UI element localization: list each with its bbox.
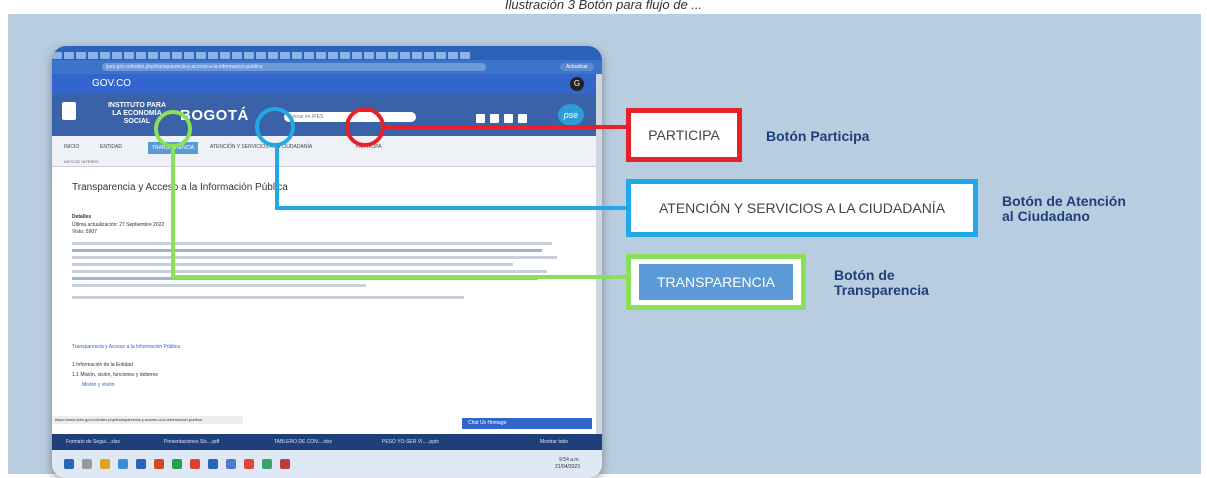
figure-caption: Ilustración 3 Botón para flujo de ... bbox=[504, 0, 703, 12]
last-updated: Última actualización: 27 Septiembre 2022 bbox=[72, 222, 165, 228]
mission-vision-item[interactable]: 1.1 Misión, visión, funciones y deberes bbox=[72, 372, 158, 378]
highlight-ring-transparencia bbox=[154, 110, 192, 148]
app-icon[interactable] bbox=[280, 459, 290, 469]
connector-atencion-horizontal bbox=[275, 206, 628, 210]
nav-entidad[interactable]: ENTIDAD bbox=[100, 144, 122, 150]
outlook-icon[interactable] bbox=[136, 459, 146, 469]
show-all-button[interactable]: Mostrar todo bbox=[540, 438, 568, 446]
page-content: Transparencia y Acceso a la Información … bbox=[52, 166, 596, 416]
atencion-annotation: Botón de Atención al Ciudadano bbox=[1002, 193, 1126, 224]
system-clock: 9:54 a.m. 21/04/2023 bbox=[554, 457, 580, 470]
pse-payment-badge[interactable]: pse bbox=[558, 104, 584, 126]
transparencia-annotation: Botón de Transparencia bbox=[834, 267, 929, 298]
powerpoint-icon[interactable] bbox=[154, 459, 164, 469]
browser-screenshot: ipes.gov.co/index.php/transparencia-y-ac… bbox=[52, 46, 602, 478]
participa-callout: PARTICIPA bbox=[626, 108, 742, 162]
browser-tab-strip[interactable] bbox=[52, 46, 602, 60]
highlight-ring-participa bbox=[345, 107, 385, 147]
status-bar-url: https://www.ipes.gov.co/index.php/transp… bbox=[52, 416, 243, 424]
download-item[interactable]: TABLERO DE CON....xlsx bbox=[274, 438, 332, 446]
nav-inicio[interactable]: INICIO bbox=[64, 144, 79, 150]
main-nav: INICIO ENTIDAD TRANSPARENCIA ATENCIÓN Y … bbox=[52, 136, 596, 167]
facebook-icon[interactable] bbox=[490, 114, 499, 123]
nav-info-interes[interactable]: INFO DE INTERÉS bbox=[64, 159, 99, 164]
excel-icon[interactable] bbox=[172, 459, 182, 469]
gov-co-bar: GOV.CO G bbox=[52, 74, 596, 94]
connector-participa-horizontal bbox=[385, 125, 628, 129]
page-title: Transparencia y Acceso a la Información … bbox=[72, 182, 288, 193]
windows-taskbar: 9:54 a.m. 21/04/2023 bbox=[52, 450, 602, 478]
instagram-icon[interactable] bbox=[518, 114, 527, 123]
app-icon[interactable] bbox=[262, 459, 272, 469]
transparencia-callout: TRANSPARENCIA bbox=[626, 254, 806, 310]
youtube-icon[interactable] bbox=[504, 114, 513, 123]
accessibility-icon[interactable]: G bbox=[570, 77, 584, 91]
chat-widget[interactable]: Chat Us Homage bbox=[462, 418, 592, 429]
transparencia-button-sample: TRANSPARENCIA bbox=[639, 264, 793, 300]
edge-icon[interactable] bbox=[118, 459, 128, 469]
entity-info-item[interactable]: 1 Información de la Entidad bbox=[72, 362, 133, 368]
download-item[interactable]: Formato de Segui....xlsx bbox=[66, 438, 120, 446]
highlight-ring-atencion bbox=[255, 107, 295, 147]
mission-link[interactable]: Misión y visión bbox=[82, 382, 115, 388]
downloads-bar: Formato de Segui....xlsx Presentaciones … bbox=[52, 434, 602, 450]
start-icon[interactable] bbox=[64, 459, 74, 469]
word-icon[interactable] bbox=[208, 459, 218, 469]
chrome-icon[interactable] bbox=[190, 459, 200, 469]
address-bar: ipes.gov.co/index.php/transparencia-y-ac… bbox=[52, 60, 602, 74]
connector-transparencia-horizontal bbox=[171, 275, 628, 279]
view-count: Visto: 5907 bbox=[72, 229, 97, 235]
transparency-link[interactable]: Transparencia y Acceso a la Información … bbox=[72, 344, 180, 350]
update-button[interactable]: Actualizar bbox=[560, 63, 594, 71]
instructions-paragraph bbox=[72, 296, 562, 303]
details-label: Detalles bbox=[72, 214, 92, 220]
connector-transparencia-vertical bbox=[171, 148, 175, 279]
participa-annotation: Botón Participa bbox=[766, 128, 870, 144]
download-item[interactable]: PESO YO-SER VI.....pptx bbox=[382, 438, 439, 446]
search-icon[interactable] bbox=[82, 459, 92, 469]
teams-icon[interactable] bbox=[226, 459, 236, 469]
gov-co-logo[interactable]: GOV.CO bbox=[92, 78, 131, 89]
connector-atencion-vertical bbox=[275, 147, 279, 210]
site-header: INSTITUTO PARA LA ECONOMÍA SOCIAL BOGOTÁ… bbox=[52, 94, 596, 136]
file-explorer-icon[interactable] bbox=[100, 459, 110, 469]
intro-paragraph bbox=[72, 242, 562, 291]
atencion-callout: ATENCIÓN Y SERVICIOS A LA CIUDADANÍA bbox=[626, 179, 978, 237]
nav-atencion[interactable]: ATENCIÓN Y SERVICIOS A LA CIUDADANÍA bbox=[210, 144, 312, 150]
download-item[interactable]: Presentaciones Sis....pdf bbox=[164, 438, 219, 446]
slide-background: ipes.gov.co/index.php/transparencia-y-ac… bbox=[8, 14, 1201, 478]
url-field[interactable]: ipes.gov.co/index.php/transparencia-y-ac… bbox=[102, 63, 486, 71]
app-icon[interactable] bbox=[244, 459, 254, 469]
bogota-shield-icon bbox=[62, 102, 76, 120]
twitter-icon[interactable] bbox=[476, 114, 485, 123]
